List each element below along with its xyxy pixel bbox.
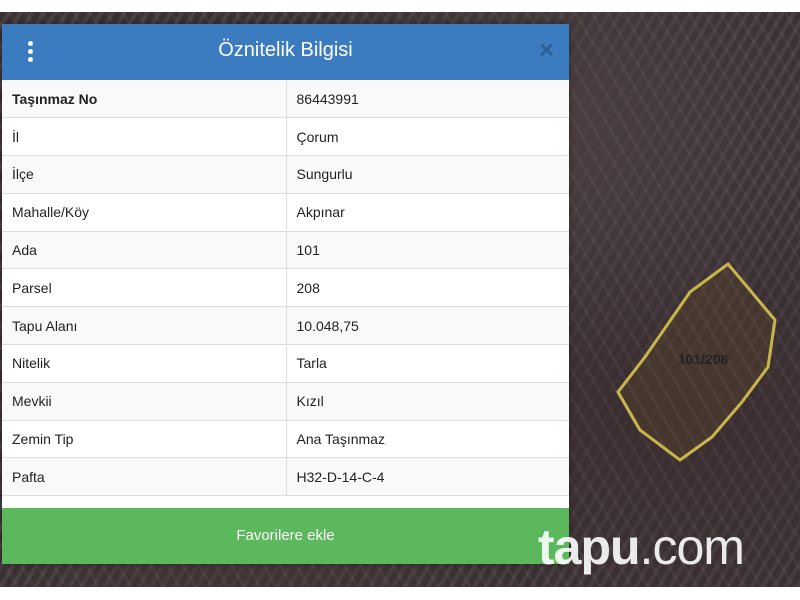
table-row: Nitelik Tarla — [2, 344, 569, 383]
table-row: Mahalle/Köy Akpınar — [2, 193, 569, 232]
attribute-key: İl — [2, 117, 287, 157]
attribute-value: 208 — [286, 268, 569, 308]
parcel-outline[interactable] — [616, 261, 777, 462]
panel-header: Öznitelik Bilgisi ✕ — [2, 24, 569, 80]
tapu-watermark-logo: tapu.com — [538, 519, 745, 575]
table-row: Mevkii Kızıl — [2, 382, 569, 421]
table-row: Pafta H32-D-14-C-4 — [2, 457, 569, 497]
attribute-value: 86443991 — [286, 80, 569, 119]
attribute-key: Mahalle/Köy — [2, 193, 287, 232]
table-row: Taşınmaz No 86443991 — [2, 80, 569, 119]
attribute-value: Kızıl — [286, 382, 569, 421]
attribute-key: Nitelik — [2, 344, 287, 383]
attribute-value: Sungurlu — [286, 155, 569, 194]
parcel-label: 101/208 — [678, 351, 729, 367]
attribute-value: 10.048,75 — [286, 306, 569, 346]
attribute-value: Akpınar — [286, 193, 569, 232]
attribute-key: Taşınmaz No — [2, 80, 287, 119]
attribute-key: Ada — [2, 231, 287, 270]
table-row: Tapu Alanı 10.048,75 — [2, 306, 569, 346]
panel-title: Öznitelik Bilgisi — [218, 39, 353, 61]
attribute-value: H32-D-14-C-4 — [286, 457, 569, 497]
attribute-value: Tarla — [286, 344, 569, 383]
bottom-strip — [0, 587, 800, 600]
table-row: İl Çorum — [2, 117, 569, 157]
attribute-key: Mevkii — [2, 382, 287, 421]
close-icon[interactable]: ✕ — [538, 38, 555, 63]
table-row: Ada 101 — [2, 231, 569, 270]
attribute-value: Çorum — [286, 117, 569, 157]
attribute-value: Ana Taşınmaz — [286, 420, 569, 459]
attribute-key: Pafta — [2, 457, 287, 497]
attribute-key: Zemin Tip — [2, 420, 287, 459]
attribute-table: Taşınmaz No 86443991 İl Çorum İlçe Sungurlu Ma… — [2, 80, 569, 497]
attribute-key: İlçe — [2, 155, 287, 194]
attribute-info-panel: Öznitelik Bilgisi ✕ Taşınmaz No 86443991 İ… — [2, 24, 569, 564]
table-row: Parsel 208 — [2, 268, 569, 308]
attribute-key: Tapu Alanı — [2, 306, 287, 346]
attribute-key: Parsel — [2, 268, 287, 308]
table-row: Zemin Tip Ana Taşınmaz — [2, 420, 569, 459]
table-row: İlçe Sungurlu — [2, 155, 569, 194]
attribute-value: 101 — [286, 231, 569, 270]
add-to-favorites-button[interactable]: Favorilere ekle — [2, 508, 569, 564]
